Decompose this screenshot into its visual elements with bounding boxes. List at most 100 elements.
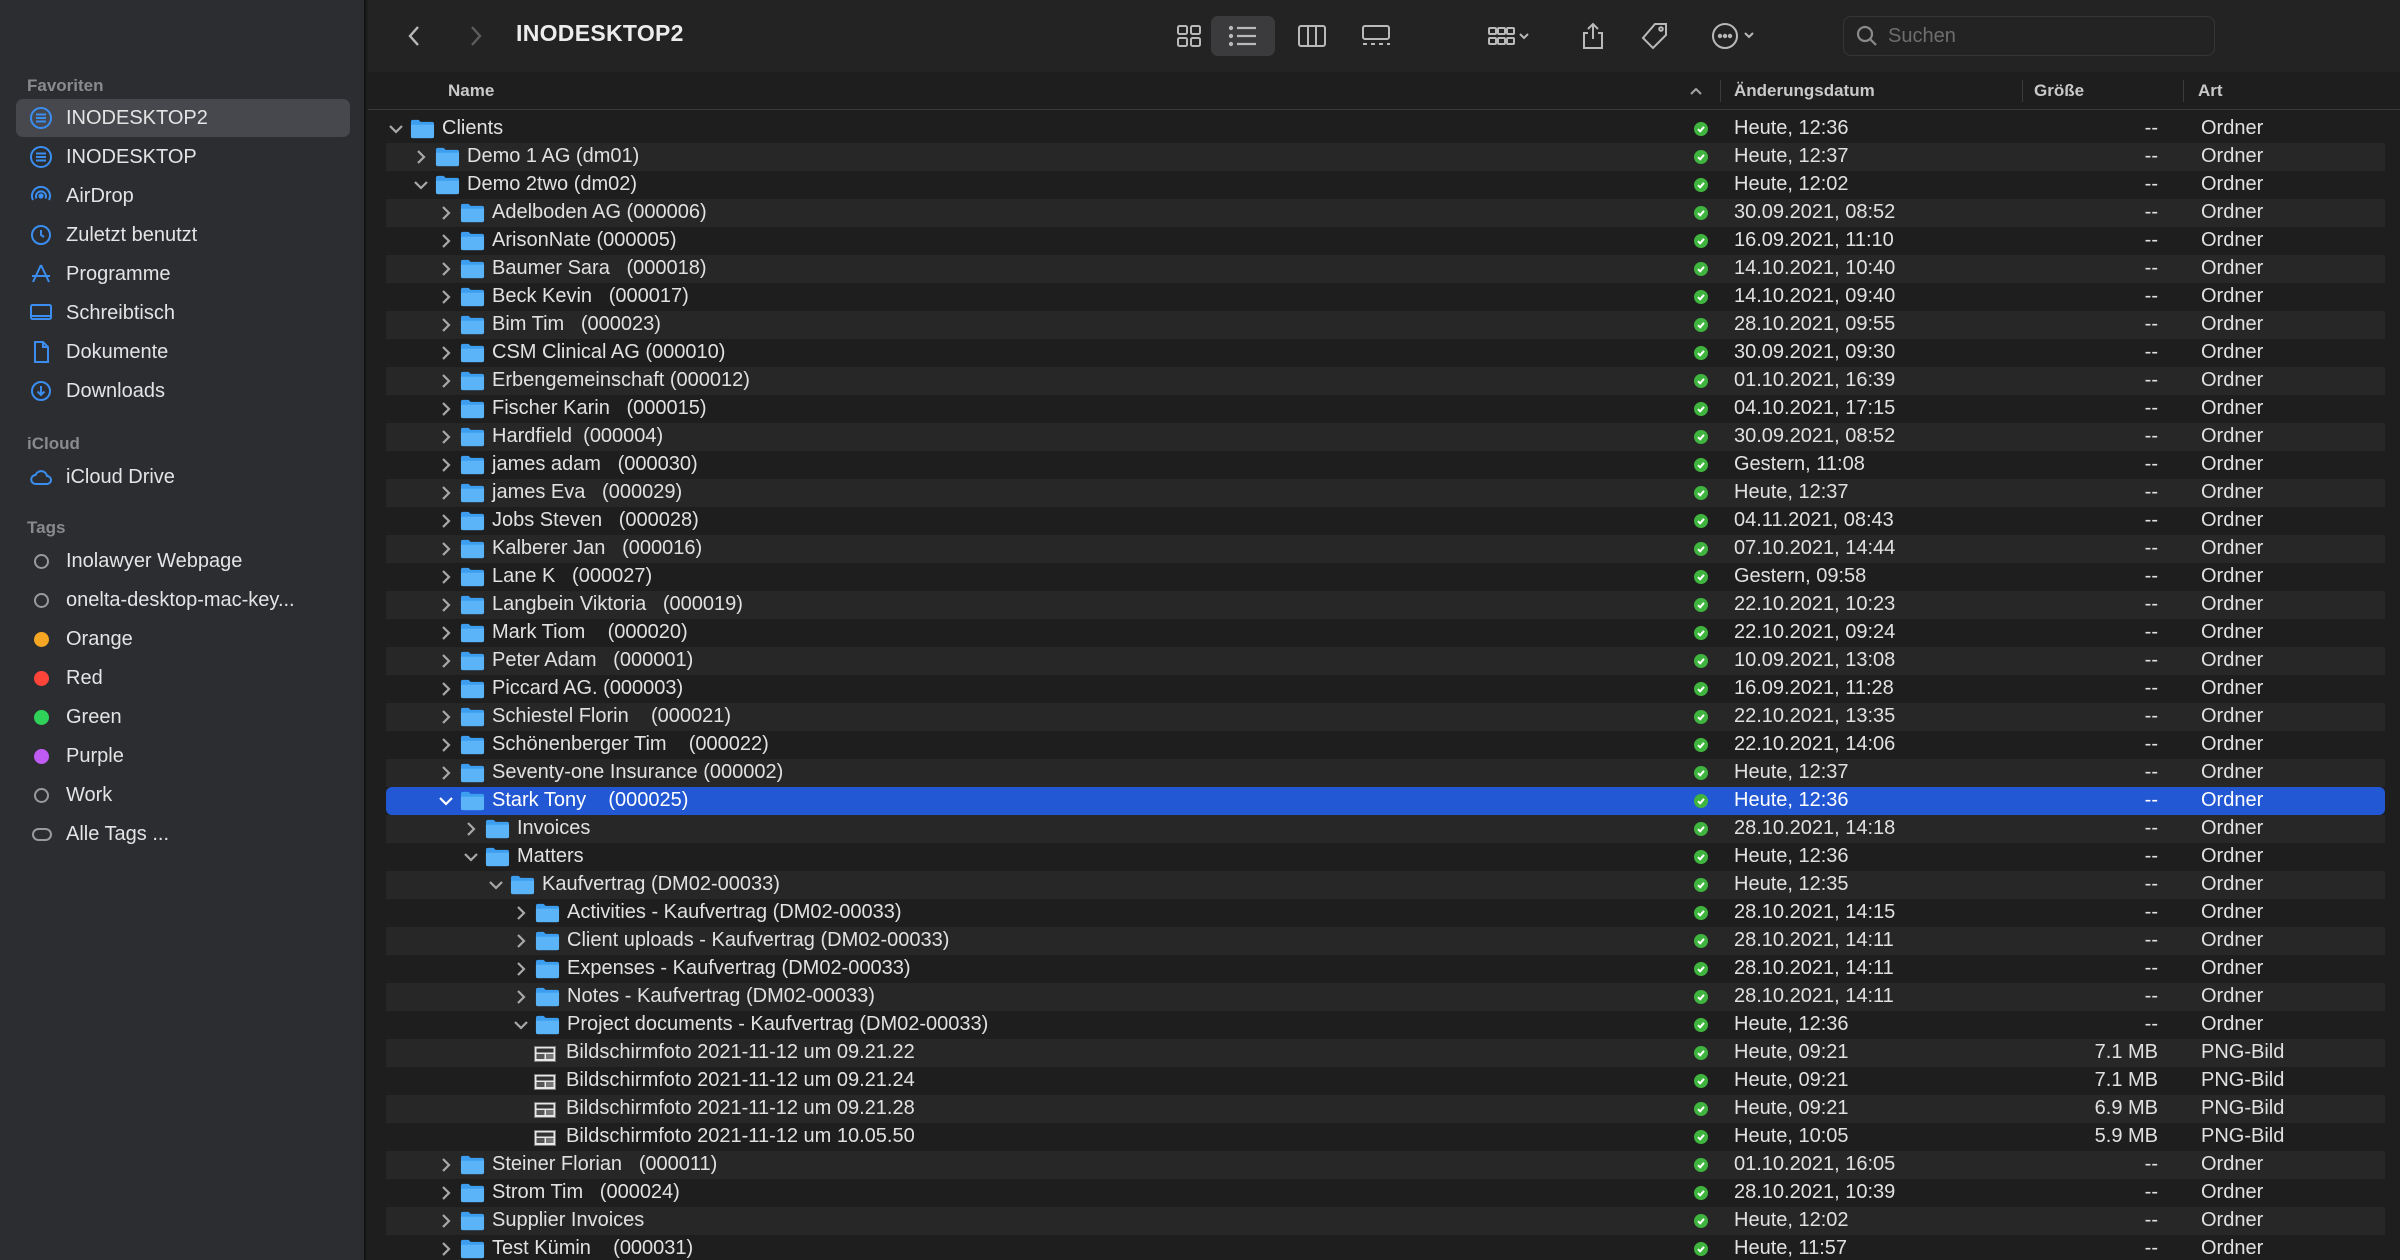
folder-row[interactable]: Matters Heute, 12:36 -- Ordner [386,843,2385,871]
sidebar-item-dokumente[interactable]: Dokumente [16,333,350,371]
disclosure-expanded-icon[interactable] [511,1014,531,1036]
view-list-button[interactable] [1211,16,1275,56]
folder-row[interactable]: Piccard AG. (000003) 16.09.2021, 11:28 -- O… [386,675,2385,703]
sidebar-item-inodesktop2[interactable]: INODESKTOP2 [16,99,350,137]
disclosure-expanded-icon[interactable] [411,174,431,196]
sidebar-tag-alle-tags[interactable]: Alle Tags ... [16,815,350,853]
disclosure-collapsed-icon[interactable] [436,1210,456,1232]
folder-row[interactable]: Erbengemeinschaft (000012) 01.10.2021, 16… [386,367,2385,395]
view-columns-button[interactable] [1287,16,1337,56]
sidebar-tag-green[interactable]: Green [16,698,350,736]
sort-ascending-icon[interactable] [1688,72,1704,110]
disclosure-collapsed-icon[interactable] [436,678,456,700]
view-icons-button[interactable] [1164,16,1214,56]
disclosure-collapsed-icon[interactable] [511,930,531,952]
disclosure-collapsed-icon[interactable] [436,594,456,616]
disclosure-collapsed-icon[interactable] [436,370,456,392]
folder-row[interactable]: Expenses - Kaufvertrag (DM02-00033) 28.10… [386,955,2385,983]
folder-row[interactable]: Demo 1 AG (dm01) Heute, 12:37 -- Ordner [386,143,2385,171]
folder-row[interactable]: Mark Tiom (000020) 22.10.2021, 09:24 -- Ord… [386,619,2385,647]
disclosure-collapsed-icon[interactable] [436,426,456,448]
folder-row[interactable]: Stark Tony (000025) Heute, 12:36 -- Ordner [386,787,2385,815]
folder-row[interactable]: Strom Tim (000024) 28.10.2021, 10:39 -- Ord… [386,1179,2385,1207]
sidebar-item-icloud-drive[interactable]: iCloud Drive [16,458,350,496]
disclosure-expanded-icon[interactable] [386,118,406,140]
sidebar-tag-purple[interactable]: Purple [16,737,350,775]
sidebar-item-downloads[interactable]: Downloads [16,372,350,410]
sidebar-item-airdrop[interactable]: AirDrop [16,177,350,215]
disclosure-expanded-icon[interactable] [436,790,456,812]
column-header-name[interactable]: Name [448,72,494,110]
disclosure-collapsed-icon[interactable] [436,1154,456,1176]
folder-row[interactable]: Kalberer Jan (000016) 07.10.2021, 14:44 --… [386,535,2385,563]
folder-row[interactable]: Invoices 28.10.2021, 14:18 -- Ordner [386,815,2385,843]
folder-row[interactable]: CSM Clinical AG (000010) 30.09.2021, 09:3… [386,339,2385,367]
disclosure-collapsed-icon[interactable] [436,286,456,308]
disclosure-collapsed-icon[interactable] [511,986,531,1008]
folder-row[interactable]: Langbein Viktoria (000019) 22.10.2021, 10… [386,591,2385,619]
sidebar-tag-work[interactable]: Work [16,776,350,814]
sidebar-tag-onelta-desktop-mac-key[interactable]: onelta-desktop-mac-key... [16,581,350,619]
disclosure-collapsed-icon[interactable] [436,622,456,644]
disclosure-collapsed-icon[interactable] [511,902,531,924]
folder-row[interactable]: Jobs Steven (000028) 04.11.2021, 08:43 -- O… [386,507,2385,535]
disclosure-expanded-icon[interactable] [461,846,481,868]
folder-row[interactable]: Steiner Florian (000011) 01.10.2021, 16:0… [386,1151,2385,1179]
sidebar-tag-orange[interactable]: Orange [16,620,350,658]
disclosure-collapsed-icon[interactable] [436,706,456,728]
column-header-size[interactable]: Größe [2034,72,2084,110]
forward-button[interactable] [458,16,494,56]
group-by-button[interactable] [1476,16,1542,56]
folder-row[interactable]: james Eva (000029) Heute, 12:37 -- Ordner [386,479,2385,507]
disclosure-collapsed-icon[interactable] [436,1182,456,1204]
disclosure-collapsed-icon[interactable] [436,762,456,784]
file-row[interactable]: Bildschirmfoto 2021-11-12 um 09.21.28 Heu… [386,1095,2385,1123]
more-actions-button[interactable] [1701,16,1767,56]
folder-row[interactable]: Hardfield (000004) 30.09.2021, 08:52 -- Ord… [386,423,2385,451]
sidebar-tag-red[interactable]: Red [16,659,350,697]
disclosure-collapsed-icon[interactable] [436,342,456,364]
sidebar-tag-inolawyer-webpage[interactable]: Inolawyer Webpage [16,542,350,580]
share-button[interactable] [1571,16,1615,56]
disclosure-collapsed-icon[interactable] [436,650,456,672]
folder-row[interactable]: Supplier Invoices Heute, 12:02 -- Ordner [386,1207,2385,1235]
file-row[interactable]: Bildschirmfoto 2021-11-12 um 10.05.50 Heu… [386,1123,2385,1151]
sidebar-item-inodesktop[interactable]: INODESKTOP [16,138,350,176]
sidebar-item-programme[interactable]: Programme [16,255,350,293]
folder-row[interactable]: Client uploads - Kaufvertrag (DM02-00033… [386,927,2385,955]
disclosure-collapsed-icon[interactable] [436,202,456,224]
disclosure-collapsed-icon[interactable] [436,510,456,532]
folder-row[interactable]: Peter Adam (000001) 10.09.2021, 13:08 -- Or… [386,647,2385,675]
disclosure-collapsed-icon[interactable] [436,454,456,476]
disclosure-collapsed-icon[interactable] [411,146,431,168]
folder-row[interactable]: Demo 2two (dm02) Heute, 12:02 -- Ordner [386,171,2385,199]
disclosure-expanded-icon[interactable] [486,874,506,896]
disclosure-collapsed-icon[interactable] [436,734,456,756]
folder-row[interactable]: Bim Tim (000023) 28.10.2021, 09:55 -- Ordne… [386,311,2385,339]
disclosure-collapsed-icon[interactable] [436,538,456,560]
column-header-kind[interactable]: Art [2198,72,2223,110]
folder-row[interactable]: ArisonNate (000005) 16.09.2021, 11:10 -- Or… [386,227,2385,255]
folder-row[interactable]: Kaufvertrag (DM02-00033) Heute, 12:35 -- Or… [386,871,2385,899]
folder-row[interactable]: Beck Kevin (000017) 14.10.2021, 09:40 -- Or… [386,283,2385,311]
folder-row[interactable]: Notes - Kaufvertrag (DM02-00033) 28.10.20… [386,983,2385,1011]
folder-row[interactable]: Schönenberger Tim (000022) 22.10.2021, 14… [386,731,2385,759]
folder-row[interactable]: Adelboden AG (000006) 30.09.2021, 08:52 --… [386,199,2385,227]
sidebar-item-schreibtisch[interactable]: Schreibtisch [16,294,350,332]
sidebar-item-zuletzt-benutzt[interactable]: Zuletzt benutzt [16,216,350,254]
disclosure-collapsed-icon[interactable] [436,230,456,252]
folder-row[interactable]: Test Kümin (000031) Heute, 11:57 -- Ordner [386,1235,2385,1260]
folder-row[interactable]: Seventy-one Insurance (000002) Heute, 12:… [386,759,2385,787]
tag-button[interactable] [1633,16,1677,56]
disclosure-collapsed-icon[interactable] [436,482,456,504]
disclosure-collapsed-icon[interactable] [461,818,481,840]
disclosure-collapsed-icon[interactable] [511,958,531,980]
folder-row[interactable]: Clients Heute, 12:36 -- Ordner [386,115,2385,143]
folder-row[interactable]: Lane K (000027) Gestern, 09:58 -- Ordner [386,563,2385,591]
folder-row[interactable]: james adam (000030) Gestern, 11:08 -- Ordne… [386,451,2385,479]
disclosure-collapsed-icon[interactable] [436,398,456,420]
disclosure-collapsed-icon[interactable] [436,314,456,336]
folder-row[interactable]: Schiestel Florin (000021) 22.10.2021, 13:… [386,703,2385,731]
file-row[interactable]: Bildschirmfoto 2021-11-12 um 09.21.24 Heu… [386,1067,2385,1095]
file-row[interactable]: Bildschirmfoto 2021-11-12 um 09.21.22 Heu… [386,1039,2385,1067]
